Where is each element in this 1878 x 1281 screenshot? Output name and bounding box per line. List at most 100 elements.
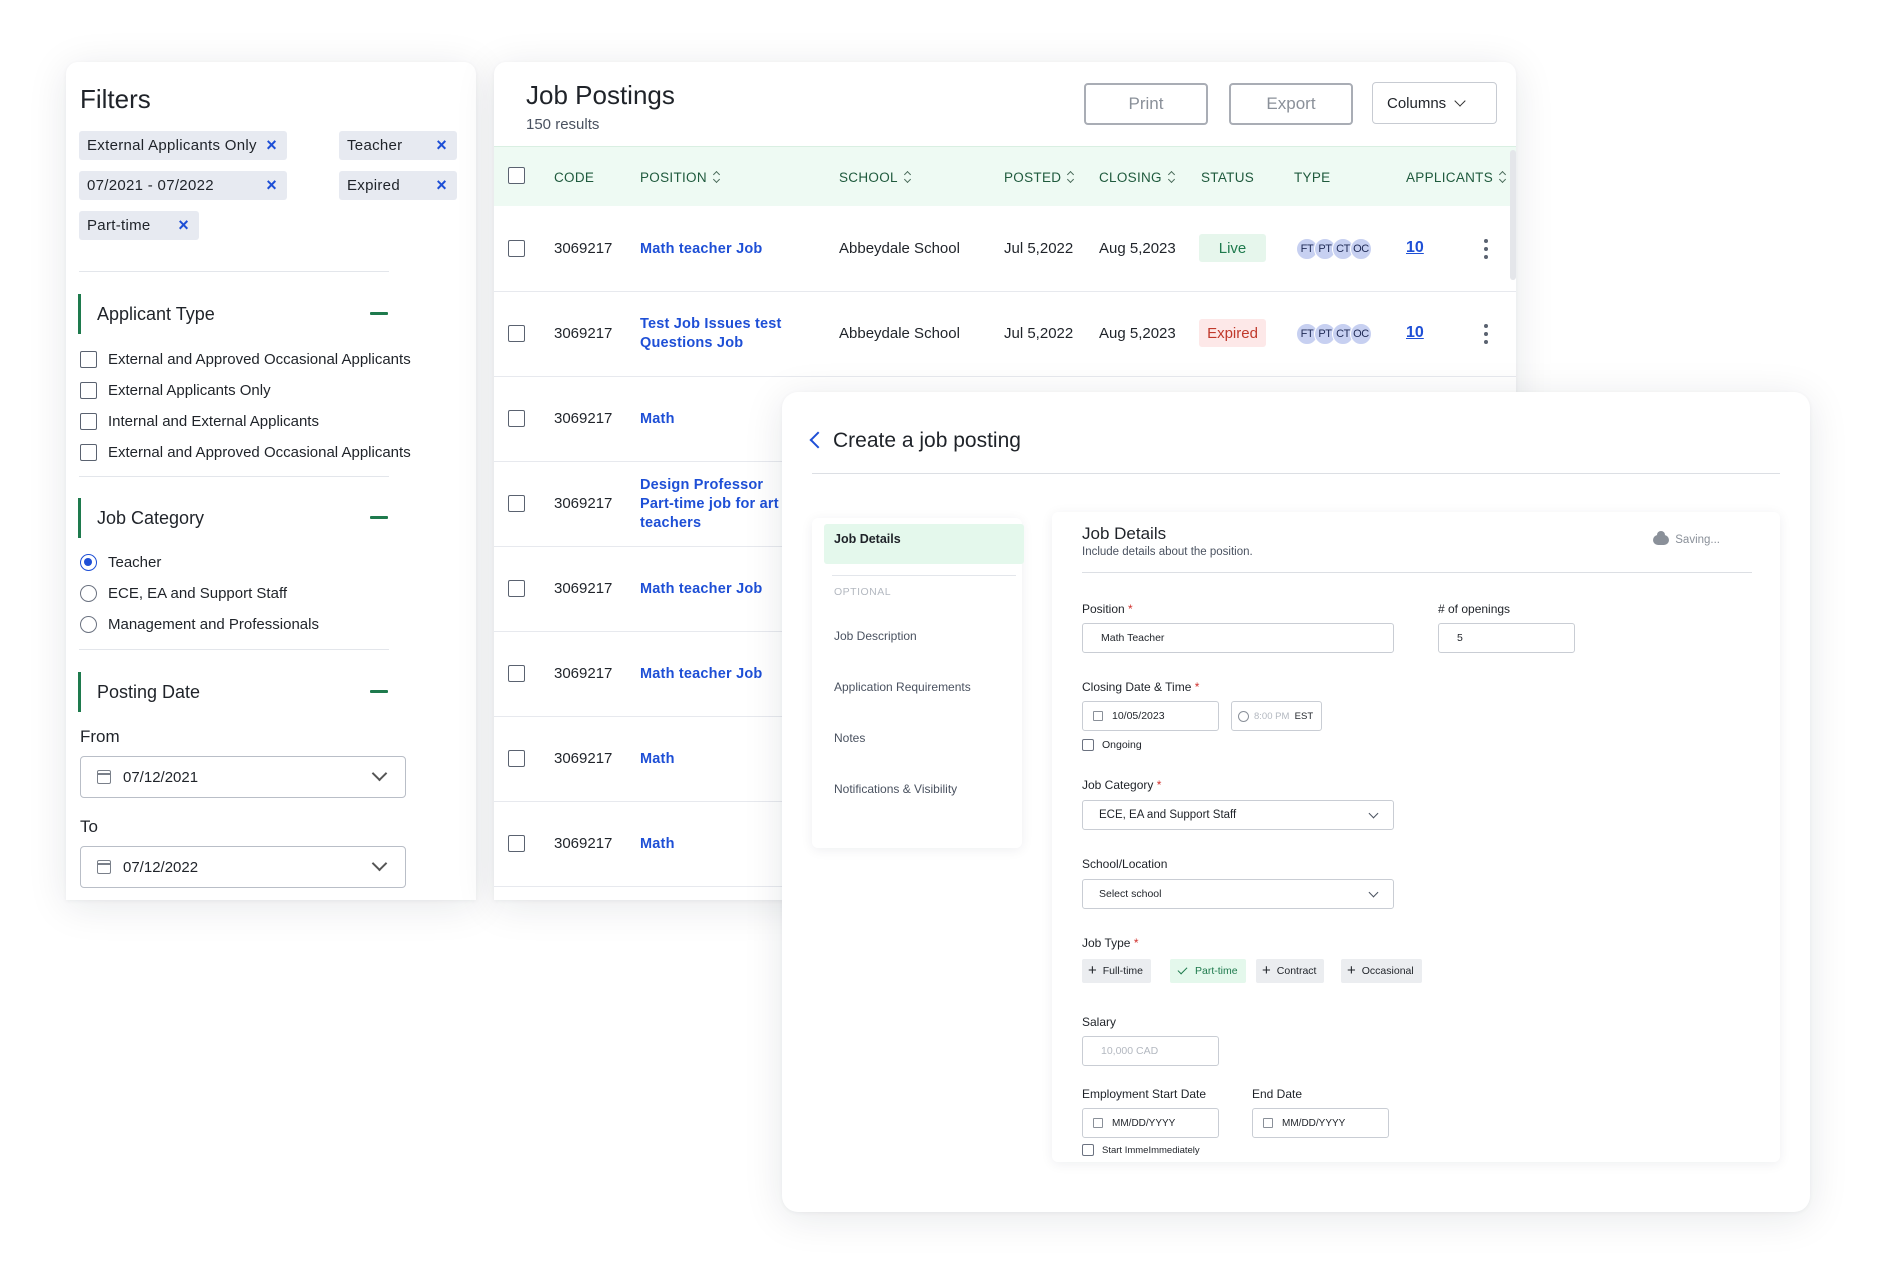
position-link[interactable]: Test Job Issues test Questions Job [640, 315, 790, 353]
more-options-icon[interactable] [1484, 324, 1488, 344]
export-button[interactable]: Export [1229, 83, 1353, 125]
job-type-contract[interactable]: + Contract [1256, 959, 1325, 983]
optional-label: OPTIONAL [834, 586, 892, 598]
sort-icon[interactable] [1067, 171, 1075, 183]
to-date-select[interactable]: 07/12/2022 [80, 846, 406, 888]
job-category-header[interactable]: Job Category [78, 498, 388, 538]
plus-icon: + [1347, 962, 1356, 979]
start-immediately-checkbox[interactable]: Start ImmeImmediately [1082, 1144, 1200, 1156]
checkbox[interactable] [1082, 739, 1094, 751]
salary-input[interactable]: 10,000 CAD [1082, 1036, 1219, 1066]
checkbox[interactable] [80, 443, 97, 461]
select-all-checkbox[interactable] [508, 167, 525, 184]
position-link[interactable]: Math [640, 835, 790, 854]
create-title: Create a job posting [833, 429, 1021, 452]
position-link[interactable]: Design Professor Part-time job for art t… [640, 476, 788, 533]
applicant-type-option[interactable]: External Applicants Only [80, 378, 271, 402]
position-link[interactable]: Math teacher Job [640, 580, 790, 599]
radio-button[interactable] [80, 615, 97, 633]
option-label: External and Approved Occasional Applica… [108, 443, 411, 461]
option-label: Management and Professionals [108, 615, 319, 633]
row-checkbox[interactable] [508, 580, 525, 597]
job-category-option[interactable]: Management and Professionals [80, 612, 319, 636]
position-link[interactable]: Math teacher Job [640, 240, 790, 259]
row-checkbox[interactable] [508, 835, 525, 852]
close-icon[interactable]: × [436, 176, 447, 194]
collapse-icon[interactable] [370, 312, 388, 315]
sort-icon[interactable] [713, 171, 721, 183]
sort-icon[interactable] [1168, 171, 1176, 183]
job-type-occasional[interactable]: + Occasional [1341, 959, 1422, 983]
start-date-input[interactable]: MM/DD/YYYY [1082, 1108, 1219, 1138]
print-button[interactable]: Print [1084, 83, 1208, 125]
applicants-link[interactable]: 10 [1406, 324, 1424, 342]
position-link[interactable]: Math [640, 410, 790, 429]
applicant-type-option[interactable]: External and Approved Occasional Applica… [80, 440, 411, 464]
checkbox[interactable] [80, 381, 97, 399]
closing-time-input[interactable]: 8:00 PM EST [1231, 701, 1322, 731]
section-title: Job Category [97, 507, 205, 528]
row-checkbox[interactable] [508, 410, 525, 427]
closing-date-input[interactable]: 10/05/2023 [1082, 701, 1219, 731]
school-select[interactable]: Select school [1082, 879, 1394, 909]
column-header-posted[interactable]: POSTED [1004, 147, 1075, 207]
applicant-type-option[interactable]: Internal and External Applicants [80, 409, 319, 433]
from-date-select[interactable]: 07/12/2021 [80, 756, 406, 798]
radio-button[interactable] [80, 553, 97, 571]
row-checkbox[interactable] [508, 665, 525, 682]
job-type-part-time[interactable]: Part-time [1170, 959, 1246, 983]
job-category-select[interactable]: ECE, EA and Support Staff [1082, 800, 1394, 830]
end-date-input[interactable]: MM/DD/YYYY [1252, 1108, 1389, 1138]
applicants-link[interactable]: 10 [1406, 239, 1424, 257]
table-row[interactable]: 3069217 Math teacher Job Abbeydale Schoo… [494, 207, 1516, 292]
ongoing-checkbox[interactable]: Ongoing [1082, 739, 1142, 751]
column-header-position[interactable]: POSITION [640, 147, 721, 207]
checkbox[interactable] [80, 412, 97, 430]
saving-status: Saving... [1653, 531, 1720, 546]
row-checkbox[interactable] [508, 325, 525, 342]
nav-item-job-details[interactable]: Job Details [824, 524, 1024, 564]
checkbox[interactable] [1082, 1144, 1094, 1156]
column-header-school[interactable]: SCHOOL [839, 147, 912, 207]
radio-button[interactable] [80, 584, 97, 602]
nav-item-application-requirements[interactable]: Application Requirements [834, 680, 971, 694]
code-cell: 3069217 [554, 410, 613, 427]
row-checkbox[interactable] [508, 495, 525, 512]
chevron-down-icon [1454, 95, 1466, 107]
divider [79, 271, 389, 272]
close-icon[interactable]: × [178, 216, 189, 234]
position-link[interactable]: Math [640, 750, 790, 769]
column-header-applicants[interactable]: APPLICANTS [1406, 147, 1507, 207]
collapse-icon[interactable] [370, 690, 388, 693]
nav-item-notifications[interactable]: Notifications & Visibility [834, 782, 957, 796]
close-icon[interactable]: × [436, 136, 447, 154]
posting-date-header[interactable]: Posting Date [78, 672, 388, 712]
columns-button[interactable]: Columns [1372, 82, 1497, 124]
more-options-icon[interactable] [1484, 239, 1488, 259]
job-category-option[interactable]: Teacher [80, 550, 161, 574]
sort-icon[interactable] [904, 171, 912, 183]
openings-input[interactable]: 5 [1438, 623, 1575, 653]
option-label: External Applicants Only [108, 381, 271, 399]
checkbox[interactable] [80, 350, 97, 368]
filters-panel: Filters External Applicants Only × Teach… [66, 62, 476, 900]
table-row[interactable]: 3069217 Test Job Issues test Questions J… [494, 292, 1516, 377]
applicant-type-option[interactable]: External and Approved Occasional Applica… [80, 347, 411, 371]
sort-icon[interactable] [1499, 171, 1507, 183]
job-type-full-time[interactable]: + Full-time [1082, 959, 1152, 983]
applicant-type-header[interactable]: Applicant Type [78, 294, 388, 334]
column-header-closing[interactable]: CLOSING [1099, 147, 1176, 207]
table-header: CODE POSITION SCHOOL POSTED CLOSING STAT… [494, 146, 1516, 206]
collapse-icon[interactable] [370, 516, 388, 519]
row-checkbox[interactable] [508, 240, 525, 257]
job-category-option[interactable]: ECE, EA and Support Staff [80, 581, 287, 605]
back-chevron-icon[interactable] [809, 431, 827, 449]
close-icon[interactable]: × [266, 176, 277, 194]
nav-item-job-description[interactable]: Job Description [834, 629, 917, 643]
position-link[interactable]: Math teacher Job [640, 665, 790, 684]
nav-item-notes[interactable]: Notes [834, 731, 865, 745]
position-input[interactable]: Math Teacher [1082, 623, 1394, 653]
divider [79, 476, 389, 477]
row-checkbox[interactable] [508, 750, 525, 767]
close-icon[interactable]: × [266, 136, 277, 154]
